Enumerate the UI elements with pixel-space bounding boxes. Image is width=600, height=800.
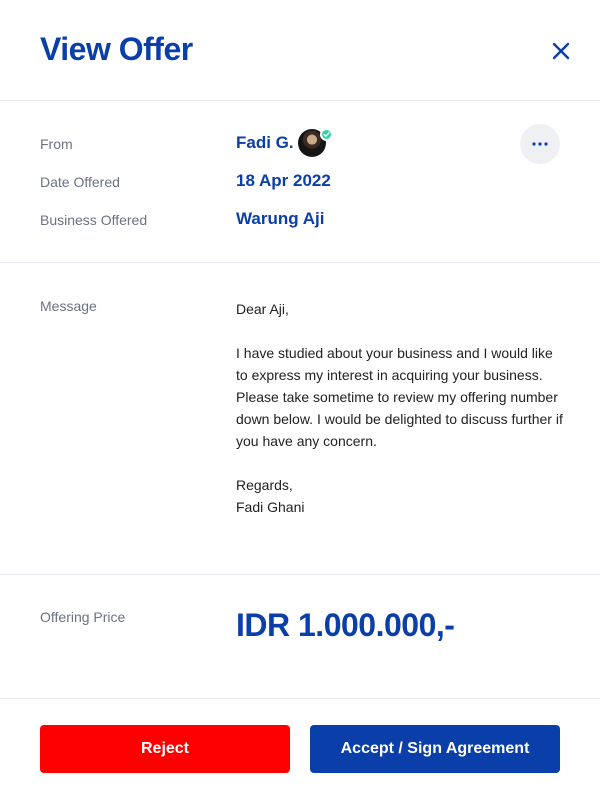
reject-button[interactable]: Reject [40, 725, 290, 773]
business-row: Business Offered Warung Aji [0, 208, 600, 232]
business-value[interactable]: Warung Aji [236, 209, 324, 229]
from-value[interactable]: Fadi G. [236, 133, 294, 153]
page-title: View Offer [40, 31, 193, 67]
price-label: Offering Price [40, 609, 126, 625]
business-label: Business Offered [40, 212, 148, 228]
offer-details: From Fadi G. Date Offered 18 Apr 2022 Bu… [0, 101, 600, 263]
message-body: Dear Aji, I have studied about your busi… [236, 298, 566, 518]
message-text: I have studied about your business and I… [236, 345, 563, 449]
verified-badge-icon [320, 128, 333, 141]
message-signature: Fadi Ghani [236, 499, 305, 515]
message-greeting: Dear Aji, [236, 301, 289, 317]
price-value: IDR 1.000.000,- [236, 607, 455, 643]
more-options-button[interactable] [520, 124, 560, 164]
message-label: Message [40, 298, 97, 314]
message-closing: Regards, [236, 477, 293, 493]
date-value: 18 Apr 2022 [236, 171, 331, 190]
accept-sign-agreement-button[interactable]: Accept / Sign Agreement [310, 725, 560, 773]
from-label: From [40, 136, 73, 152]
close-icon[interactable] [548, 38, 574, 64]
date-row: Date Offered 18 Apr 2022 [0, 170, 600, 194]
header: View Offer [0, 0, 600, 101]
message-section: Message Dear Aji, I have studied about y… [0, 263, 600, 575]
date-label: Date Offered [40, 174, 120, 190]
more-horizontal-icon [532, 142, 548, 146]
price-section: Offering Price IDR 1.000.000,- [0, 575, 600, 699]
